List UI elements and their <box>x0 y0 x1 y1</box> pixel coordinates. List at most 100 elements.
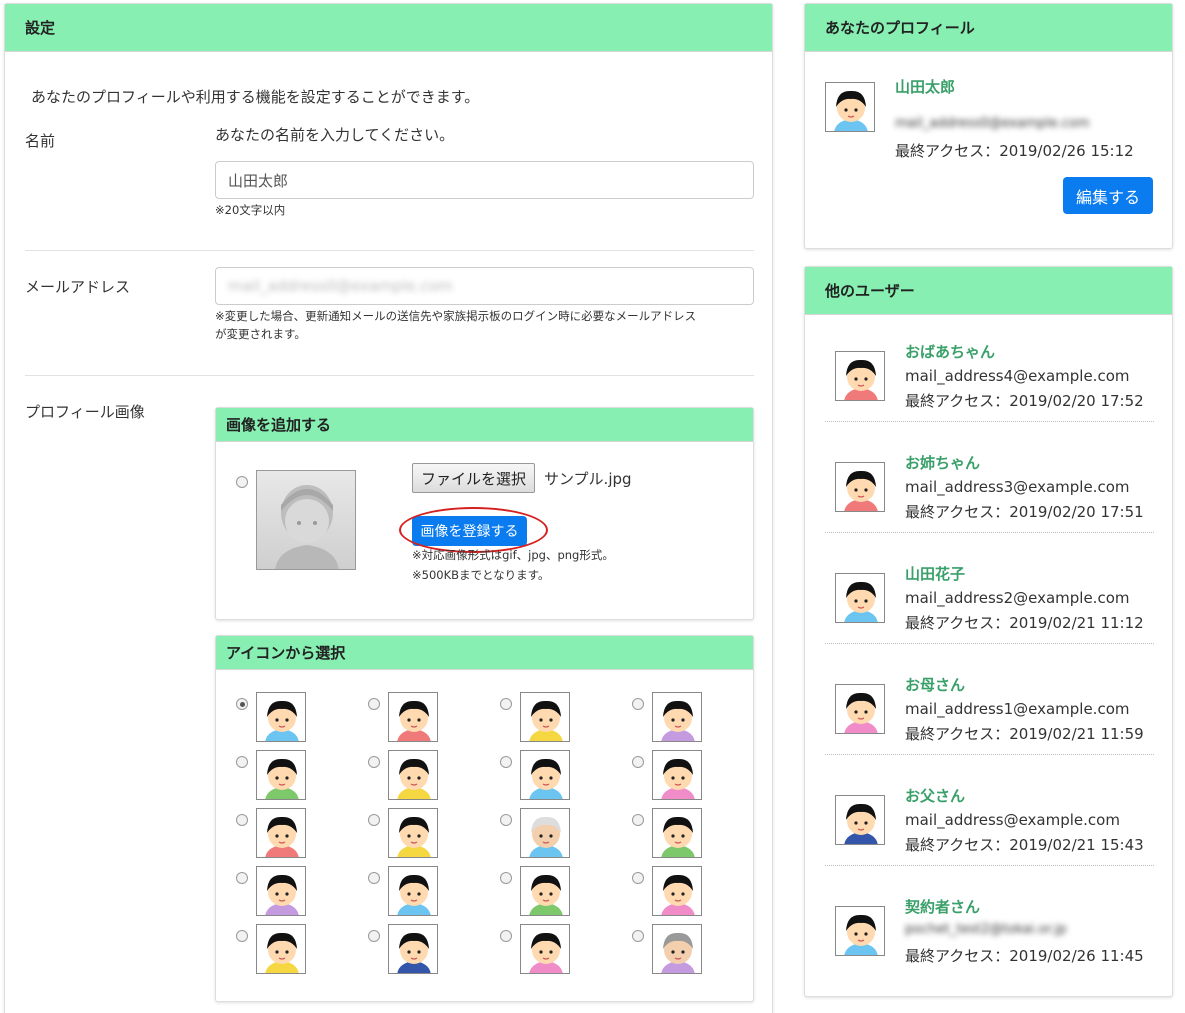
icon-radio[interactable] <box>500 930 512 942</box>
name-input-value: 山田太郎 <box>228 171 289 190</box>
avatar-icon[interactable] <box>388 866 438 916</box>
user-email: mail_address3@example.com <box>905 478 1130 496</box>
email-note-line-1: ※変更した場合、更新通知メールの送信先や家族掲示板のログイン時に必要なメールアド… <box>215 309 697 323</box>
user-email: pochet_test2@tokai.or.jp <box>905 922 1067 937</box>
avatar-icon[interactable] <box>388 808 438 858</box>
icon-radio[interactable] <box>368 930 380 942</box>
selected-file-name: サンプル.jpg <box>544 470 632 488</box>
add-image-radio[interactable] <box>236 476 248 488</box>
email-note-line-2: が変更されます。 <box>215 327 306 341</box>
user-avatar <box>835 795 885 845</box>
email-input[interactable]: mail_address0@example.com <box>215 267 754 305</box>
icon-radio[interactable] <box>236 814 248 826</box>
avatar-icon[interactable] <box>520 808 570 858</box>
email-label: メールアドレス <box>25 278 131 296</box>
icon-radio[interactable] <box>236 872 248 884</box>
avatar-icon[interactable] <box>256 808 306 858</box>
settings-intro: あなたのプロフィールや利用する機能を設定することができます。 <box>31 88 480 106</box>
image-format-note: ※対応画像形式はgif、jpg、png形式。 <box>412 548 614 562</box>
icon-radio[interactable] <box>632 814 644 826</box>
user-divider <box>825 421 1154 422</box>
avatar-icon[interactable] <box>652 808 702 858</box>
icon-radio[interactable] <box>500 872 512 884</box>
image-size-note: ※500KBまでとなります。 <box>412 568 550 582</box>
icon-radio[interactable] <box>632 930 644 942</box>
icon-select-title: アイコンから選択 <box>216 636 753 670</box>
icon-radio[interactable] <box>632 872 644 884</box>
email-input-value: mail_address0@example.com <box>228 277 453 295</box>
user-avatar <box>835 573 885 623</box>
add-image-panel: 画像を追加する ファイルを選択 サンプル.jpg 画像を登録する ※対応画像形式… <box>215 407 754 620</box>
icon-select-panel: アイコンから選択 <box>215 635 754 1002</box>
icon-radio[interactable] <box>632 698 644 710</box>
user-last-access: 最終アクセス：2019/02/21 11:12 <box>905 614 1144 632</box>
icon-radio[interactable] <box>500 756 512 768</box>
profile-image-label: プロフィール画像 <box>25 403 145 421</box>
icon-radio[interactable] <box>236 698 248 710</box>
settings-title: 設定 <box>5 4 772 52</box>
user-avatar <box>835 351 885 401</box>
avatar-icon[interactable] <box>520 750 570 800</box>
icon-radio[interactable] <box>632 756 644 768</box>
icon-radio[interactable] <box>368 698 380 710</box>
user-email: mail_address2@example.com <box>905 589 1130 607</box>
user-name[interactable]: おばあちゃん <box>905 341 995 362</box>
user-name[interactable]: 山田花子 <box>905 563 965 584</box>
divider <box>25 375 754 376</box>
icon-radio[interactable] <box>368 756 380 768</box>
avatar-icon[interactable] <box>388 750 438 800</box>
user-avatar <box>835 906 885 956</box>
my-avatar <box>825 82 875 132</box>
avatar-icon[interactable] <box>652 750 702 800</box>
edit-profile-button[interactable]: 編集する <box>1063 177 1153 214</box>
my-name[interactable]: 山田太郎 <box>895 76 955 97</box>
avatar-icon[interactable] <box>388 692 438 742</box>
user-divider <box>825 532 1154 533</box>
icon-radio[interactable] <box>368 814 380 826</box>
my-last-access: 最終アクセス：2019/02/26 15:12 <box>895 142 1134 160</box>
avatar-icon[interactable] <box>652 866 702 916</box>
avatar-icon[interactable] <box>388 924 438 974</box>
user-name[interactable]: お姉ちゃん <box>905 452 980 473</box>
user-email: mail_address@example.com <box>905 811 1120 829</box>
avatar-icon[interactable] <box>256 924 306 974</box>
other-users-panel: 他のユーザー おばあちゃん mail_address4@example.com 最終… <box>804 266 1173 997</box>
file-select-button[interactable]: ファイルを選択 <box>412 463 536 493</box>
user-divider <box>825 643 1154 644</box>
user-avatar <box>835 684 885 734</box>
icon-radio[interactable] <box>500 698 512 710</box>
user-divider <box>825 865 1154 866</box>
icon-radio[interactable] <box>236 756 248 768</box>
user-name[interactable]: お父さん <box>905 785 965 806</box>
user-name[interactable]: 契約者さん <box>905 896 980 917</box>
user-last-access: 最終アクセス：2019/02/20 17:52 <box>905 392 1144 410</box>
user-last-access: 最終アクセス：2019/02/21 15:43 <box>905 836 1144 854</box>
divider <box>25 250 754 251</box>
avatar-icon[interactable] <box>256 866 306 916</box>
name-input[interactable]: 山田太郎 <box>215 161 754 199</box>
icon-radio[interactable] <box>368 872 380 884</box>
email-note: ※変更した場合、更新通知メールの送信先や家族掲示板のログイン時に必要なメールアド… <box>215 307 696 343</box>
icon-radio[interactable] <box>500 814 512 826</box>
my-profile-title: あなたのプロフィール <box>805 4 1172 52</box>
user-name[interactable]: お母さん <box>905 674 965 695</box>
avatar-icon[interactable] <box>520 924 570 974</box>
placeholder-profile-image <box>256 470 356 570</box>
my-profile-panel: あなたのプロフィール 山田太郎 mail_address0@example.co… <box>804 3 1173 249</box>
avatar-icon[interactable] <box>520 866 570 916</box>
avatar-icon[interactable] <box>256 692 306 742</box>
name-note: ※20文字以内 <box>215 203 286 217</box>
add-image-title: 画像を追加する <box>216 408 753 442</box>
avatar-icon[interactable] <box>520 692 570 742</box>
avatar-icon[interactable] <box>652 692 702 742</box>
user-divider <box>825 754 1154 755</box>
name-hint: あなたの名前を入力してください。 <box>215 126 455 144</box>
avatar-icon[interactable] <box>256 750 306 800</box>
other-users-title: 他のユーザー <box>805 267 1172 315</box>
user-last-access: 最終アクセス：2019/02/26 11:45 <box>905 947 1144 965</box>
user-last-access: 最終アクセス：2019/02/21 11:59 <box>905 725 1144 743</box>
my-email: mail_address0@example.com <box>895 116 1090 131</box>
avatar-icon[interactable] <box>652 924 702 974</box>
icon-radio[interactable] <box>236 930 248 942</box>
user-last-access: 最終アクセス：2019/02/20 17:51 <box>905 503 1144 521</box>
